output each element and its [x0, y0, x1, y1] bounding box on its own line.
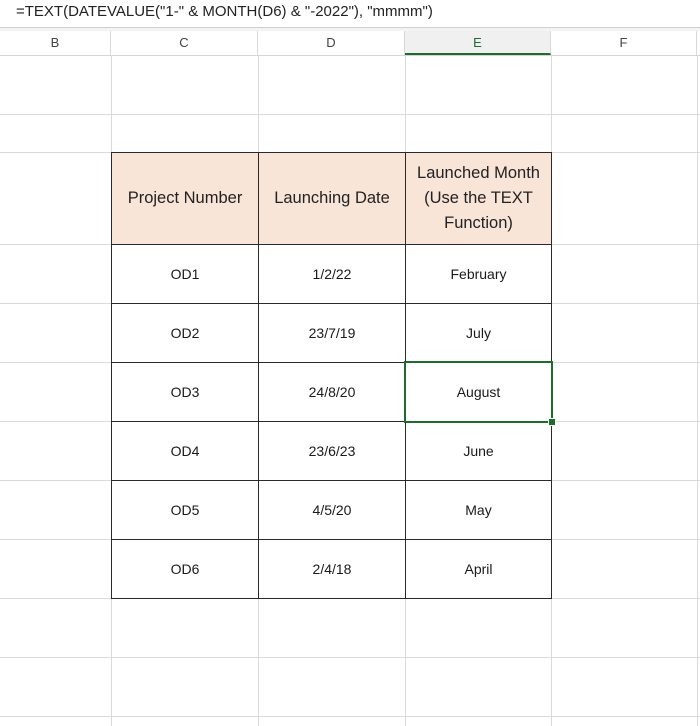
cell-month[interactable]: February [405, 244, 552, 304]
fill-handle[interactable] [548, 418, 556, 426]
gridline [0, 657, 700, 658]
cell-month-selected[interactable]: August [405, 362, 552, 422]
header-launched-month[interactable]: Launched Month (Use the TEXT Function) [405, 152, 552, 245]
column-header-c[interactable]: C [111, 31, 258, 55]
cell-project[interactable]: OD6 [111, 539, 259, 599]
table-row: OD1 1/2/22 February [111, 244, 552, 304]
formula-bar[interactable]: =TEXT(DATEVALUE("1-" & MONTH(D6) & "-202… [0, 0, 700, 28]
cell-date[interactable]: 1/2/22 [258, 244, 406, 304]
cell-month[interactable]: July [405, 303, 552, 363]
table-row: OD4 23/6/23 June [111, 421, 552, 481]
cell-date[interactable]: 23/6/23 [258, 421, 406, 481]
cell-month[interactable]: May [405, 480, 552, 540]
table-header-row: Project Number Launching Date Launched M… [111, 152, 552, 245]
cell-date[interactable]: 4/5/20 [258, 480, 406, 540]
column-header-d[interactable]: D [258, 31, 405, 55]
cell-project[interactable]: OD1 [111, 244, 259, 304]
gridline [697, 56, 698, 726]
cell-date[interactable]: 24/8/20 [258, 362, 406, 422]
cell-month[interactable]: April [405, 539, 552, 599]
cell-date[interactable]: 2/4/18 [258, 539, 406, 599]
table-row: OD3 24/8/20 August [111, 362, 552, 422]
column-header-f[interactable]: F [551, 31, 697, 55]
cell-date[interactable]: 23/7/19 [258, 303, 406, 363]
header-launched-month-text: Launched Month (Use the TEXT Function) [417, 164, 540, 232]
header-launching-date[interactable]: Launching Date [258, 152, 406, 245]
cell-project[interactable]: OD4 [111, 421, 259, 481]
column-header-b[interactable]: B [0, 31, 111, 55]
column-headers: B C D E F [0, 31, 700, 56]
table-row: OD5 4/5/20 May [111, 480, 552, 540]
table-row: OD2 23/7/19 July [111, 303, 552, 363]
cell-project[interactable]: OD2 [111, 303, 259, 363]
gridline [0, 716, 700, 717]
cell-project[interactable]: OD3 [111, 362, 259, 422]
cell-month[interactable]: June [405, 421, 552, 481]
formula-text[interactable]: =TEXT(DATEVALUE("1-" & MONTH(D6) & "-202… [16, 3, 433, 20]
gridline [0, 114, 700, 115]
project-table: Project Number Launching Date Launched M… [111, 152, 552, 599]
cell-project[interactable]: OD5 [111, 480, 259, 540]
header-project-number[interactable]: Project Number [111, 152, 259, 245]
table-row: OD6 2/4/18 April [111, 539, 552, 599]
column-header-e[interactable]: E [405, 31, 551, 55]
